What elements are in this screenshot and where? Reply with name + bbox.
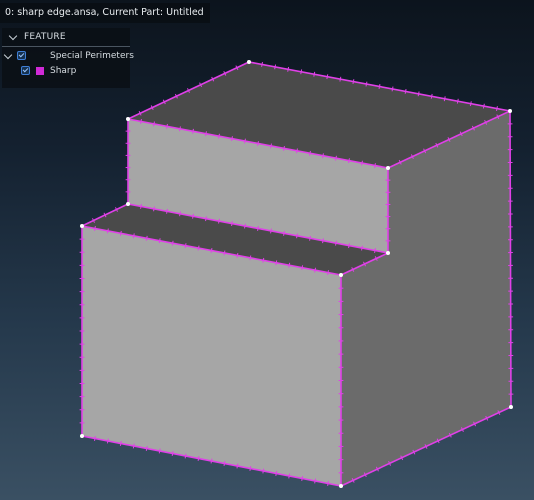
vertex-point[interactable] bbox=[126, 202, 130, 206]
vertex-point[interactable] bbox=[80, 434, 84, 438]
chevron-down-icon[interactable] bbox=[3, 50, 13, 60]
vertex-point[interactable] bbox=[386, 166, 390, 170]
tree-item-label: Special Perimeters bbox=[50, 51, 134, 61]
vertex-point[interactable] bbox=[339, 273, 343, 277]
vertex-point[interactable] bbox=[386, 251, 390, 255]
vertex-point[interactable] bbox=[80, 224, 84, 228]
vertex-point[interactable] bbox=[247, 60, 251, 64]
vertex-point[interactable] bbox=[509, 405, 513, 409]
checkbox-special-perimeters[interactable] bbox=[17, 51, 26, 60]
chevron-down-icon[interactable] bbox=[8, 31, 18, 41]
window-title: 0: sharp edge.ansa, Current Part: Untitl… bbox=[0, 3, 210, 23]
vertex-point[interactable] bbox=[508, 109, 512, 113]
tree-item-special-perimeters[interactable]: Special Perimeters bbox=[2, 49, 134, 63]
tree-item-label: Sharp bbox=[50, 66, 77, 76]
vertex-point[interactable] bbox=[126, 117, 130, 121]
feature-panel-header[interactable]: FEATURE bbox=[2, 28, 130, 47]
feature-panel: FEATURE Special Perimeters Sharp bbox=[2, 28, 134, 88]
color-swatch-icon bbox=[36, 67, 44, 75]
feature-panel-title: FEATURE bbox=[24, 32, 66, 42]
vertex-point[interactable] bbox=[339, 484, 343, 488]
sharp-perimeter-edge[interactable] bbox=[509, 110, 512, 408]
tree-item-sharp[interactable]: Sharp bbox=[2, 64, 130, 78]
checkbox-sharp[interactable] bbox=[21, 66, 30, 75]
